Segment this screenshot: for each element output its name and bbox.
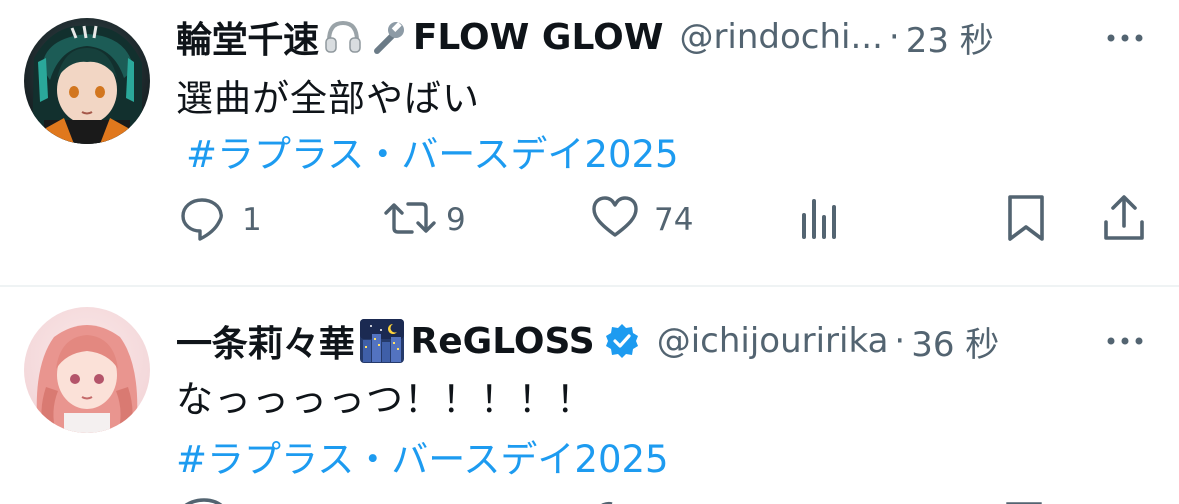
- like-icon: [590, 193, 640, 247]
- share-button[interactable]: [1100, 190, 1148, 250]
- tweet-actions: 1 9 74: [0, 190, 1179, 250]
- headphones-icon: [323, 17, 363, 57]
- retweet-icon: [382, 192, 438, 248]
- tweet[interactable]: 一条莉々華 ReGLOSS @ichijouririka · 36 秒 なっっっ…: [0, 287, 1179, 504]
- bookmark-button[interactable]: [1004, 190, 1048, 250]
- views-button[interactable]: [798, 190, 842, 250]
- display-name[interactable]: 一条莉々華: [176, 315, 355, 367]
- display-name[interactable]: 輪堂千速: [176, 11, 319, 63]
- timestamp[interactable]: 23 秒: [906, 13, 994, 62]
- hashtag-link[interactable]: #ラプラス・バースデイ2025: [186, 124, 679, 178]
- separator-dot: ·: [888, 17, 900, 57]
- bookmark-icon: [1004, 192, 1048, 248]
- avatar[interactable]: [24, 307, 150, 433]
- handle[interactable]: @ichijouririka: [657, 321, 889, 361]
- like-count: 74: [654, 202, 694, 238]
- timeline-feed: 輪堂千速 FLOW GLOW @rindochi... · 23 秒 選曲が全部…: [0, 0, 1179, 504]
- tweet-text: 選曲が全部やばい: [176, 77, 480, 120]
- reply-count: 1: [242, 202, 262, 238]
- night-city-icon: [359, 318, 405, 364]
- retweet-button[interactable]: 9: [382, 190, 466, 250]
- retweet-count: 9: [446, 202, 466, 238]
- wrench-icon: [367, 17, 407, 57]
- verified-badge-icon: [603, 322, 641, 360]
- reply-icon: [176, 192, 228, 248]
- hashtag-link[interactable]: #ラプラス・バースデイ2025: [176, 429, 669, 483]
- reply-button[interactable]: 1: [176, 190, 262, 250]
- display-name-suffix[interactable]: FLOW GLOW: [413, 17, 664, 58]
- handle[interactable]: @rindochi...: [679, 17, 882, 57]
- display-name-suffix[interactable]: ReGLOSS: [411, 321, 595, 362]
- more-icon[interactable]: [1103, 319, 1147, 363]
- tweet[interactable]: 輪堂千速 FLOW GLOW @rindochi... · 23 秒 選曲が全部…: [0, 0, 1179, 286]
- more-icon[interactable]: [1103, 16, 1147, 60]
- share-icon: [1100, 192, 1148, 248]
- tweet-header: 輪堂千速 FLOW GLOW @rindochi... · 23 秒: [176, 12, 1136, 62]
- like-button[interactable]: 74: [590, 190, 693, 250]
- tweet-text: なっっっっつ！！！！！: [176, 378, 594, 421]
- timestamp[interactable]: 36 秒: [911, 317, 999, 366]
- avatar[interactable]: [24, 18, 150, 144]
- tweet-header: 一条莉々華 ReGLOSS @ichijouririka · 36 秒: [176, 316, 1136, 366]
- views-icon: [798, 193, 842, 247]
- separator-dot: ·: [894, 321, 906, 361]
- tweet-actions-partial: [0, 495, 1179, 504]
